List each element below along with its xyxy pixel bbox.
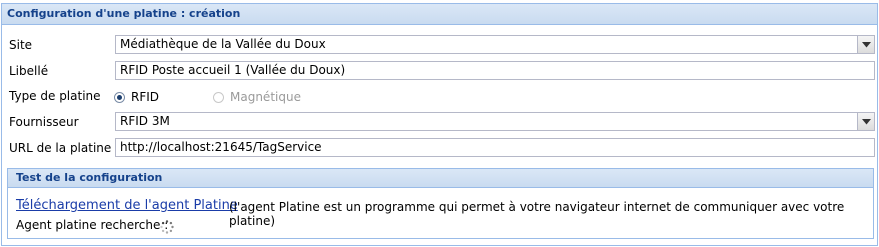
fournisseur-value: RFID 3M — [120, 114, 170, 128]
test-configuration-title: Test de la configuration — [8, 169, 873, 188]
download-agent-link[interactable]: Téléchargement de l'agent Platine — [16, 198, 238, 213]
url-input[interactable]: http://localhost:21645/TagService — [115, 138, 875, 157]
site-combo[interactable]: Médiathèque de la Vallée du Doux — [115, 35, 875, 54]
radio-magnetique — [213, 92, 224, 103]
panel-title: Configuration d'une platine : création — [2, 4, 877, 25]
chevron-down-icon[interactable] — [857, 36, 874, 53]
chevron-down-icon[interactable] — [857, 113, 874, 130]
radio-rfid[interactable] — [114, 92, 125, 103]
download-agent-description: (l'agent Platine est un programme qui pe… — [229, 200, 845, 228]
test-configuration-fieldset: Test de la configuration Téléchargement … — [7, 168, 874, 239]
libelle-label: Libellé — [9, 64, 49, 78]
libelle-input[interactable]: RFID Poste accueil 1 (Vallée du Doux) — [115, 61, 875, 80]
loading-spinner-icon — [160, 220, 174, 234]
radio-magnetique-label: Magnétique — [230, 90, 301, 104]
url-label: URL de la platine — [9, 141, 112, 155]
site-label: Site — [9, 38, 33, 52]
fournisseur-combo[interactable]: RFID 3M — [115, 112, 875, 131]
radio-rfid-label: RFID — [131, 90, 160, 104]
type-platine-label: Type de platine — [9, 89, 101, 103]
agent-status-label: Agent platine recherche : — [16, 218, 169, 232]
platine-config-panel: Configuration d'une platine : création S… — [1, 3, 878, 246]
site-value: Médiathèque de la Vallée du Doux — [120, 37, 326, 51]
fournisseur-label: Fournisseur — [9, 115, 79, 129]
